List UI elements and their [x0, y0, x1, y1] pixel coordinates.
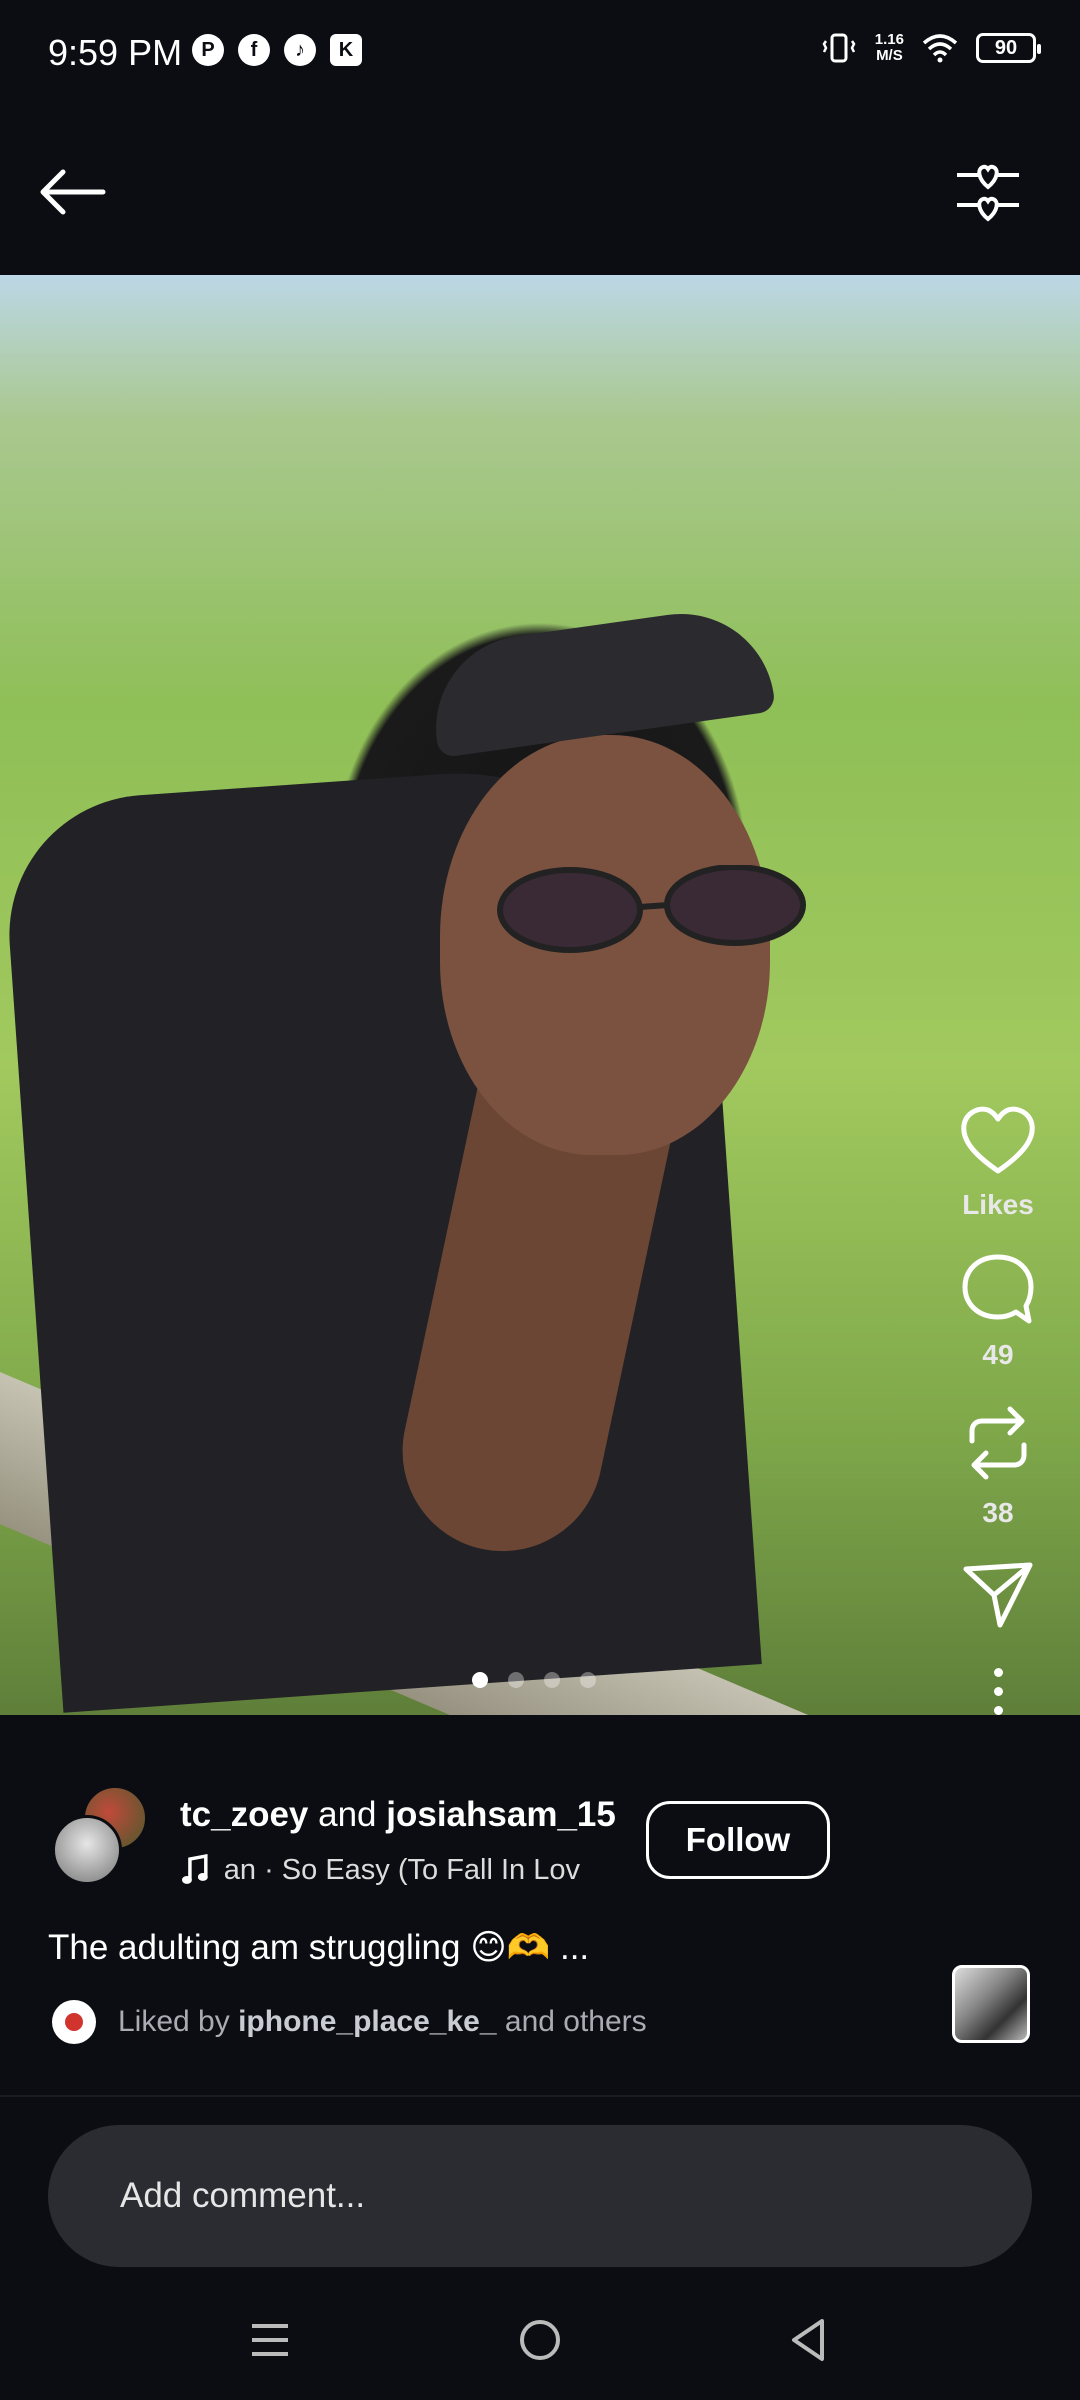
more-dot — [993, 1686, 1003, 1696]
liker-name[interactable]: iphone_place_ke_ — [238, 2005, 496, 2038]
author-name[interactable]: josiahsam_15 — [386, 1795, 616, 1834]
author-avatars[interactable] — [52, 1785, 152, 1885]
next-post-thumbnail[interactable] — [952, 1965, 1030, 2043]
recent-apps-button[interactable] — [230, 2310, 310, 2370]
system-back-button[interactable] — [768, 2310, 848, 2370]
like-button[interactable]: Likes — [958, 1105, 1038, 1221]
carousel-dot — [508, 1672, 524, 1688]
feed-filter-button[interactable] — [946, 150, 1030, 234]
share-button[interactable] — [960, 1559, 1036, 1631]
post-caption[interactable]: The adulting am struggling 😊🫶 ... — [48, 1927, 589, 1968]
music-track[interactable]: an · So Easy (To Fall In Lov — [180, 1853, 580, 1887]
carousel-dot-active — [472, 1672, 488, 1688]
music-note-icon — [181, 1854, 208, 1884]
arrow-left-icon — [40, 169, 106, 215]
repost-icon — [969, 1406, 1027, 1480]
action-rail: Likes 49 38 — [938, 1105, 1058, 1731]
status-indicators: 1.16 M/S 90 — [821, 30, 1041, 66]
triangle-back-icon — [792, 2319, 824, 2361]
more-dot — [993, 1667, 1003, 1677]
pinterest-icon: P — [192, 34, 224, 66]
menu-icon — [252, 2324, 288, 2356]
wifi-icon — [922, 34, 958, 63]
heart-filter-icon — [957, 164, 1019, 222]
reposts-count: 38 — [982, 1497, 1014, 1528]
comments-count: 49 — [982, 1339, 1014, 1370]
post-photo[interactable] — [0, 275, 1080, 1715]
carousel-dot — [580, 1672, 596, 1688]
comment-bubble-icon — [962, 1254, 1034, 1324]
carousel-dot — [544, 1672, 560, 1688]
music-track-label: an · So Easy (To Fall In Lov — [223, 1853, 580, 1886]
battery-indicator: 90 — [976, 33, 1041, 63]
comment-input[interactable]: Add comment... — [48, 2125, 1032, 2267]
repost-button[interactable]: 38 — [962, 1401, 1034, 1529]
photo-sunglasses — [497, 865, 806, 953]
carousel-indicator — [472, 1672, 596, 1688]
author-name[interactable]: tc_zoey — [180, 1795, 308, 1834]
facebook-icon: f — [238, 34, 270, 66]
top-app-bar — [0, 110, 1080, 275]
home-button[interactable] — [500, 2310, 580, 2370]
comment-button[interactable]: 49 — [959, 1251, 1037, 1371]
photo-headband — [423, 601, 777, 759]
circle-home-icon — [520, 2320, 560, 2360]
post-authors[interactable]: tc_zoey and josiahsam_15 — [180, 1795, 616, 1835]
likes-label: Likes — [962, 1189, 1034, 1220]
network-speed: 1.16 M/S — [874, 31, 904, 64]
authors-connector: and — [308, 1795, 387, 1834]
heart-icon — [961, 1106, 1035, 1174]
liked-by-text: Liked by iphone_place_ke_ and others — [118, 2005, 647, 2038]
vibrate-icon — [822, 33, 856, 63]
send-icon — [963, 1562, 1033, 1628]
more-dot — [993, 1705, 1003, 1715]
follow-button[interactable]: Follow — [646, 1801, 830, 1879]
tiktok-icon: ♪ — [284, 34, 316, 66]
liker-avatar — [52, 2000, 96, 2044]
status-app-icons: P f ♪ K — [192, 34, 362, 66]
liked-by-row[interactable]: Liked by iphone_place_ke_ and others — [52, 2000, 647, 2044]
status-time: 9:59 PM — [48, 32, 183, 73]
back-button[interactable] — [30, 150, 114, 234]
comment-bar: Add comment... — [0, 2095, 1080, 2280]
system-nav-bar — [0, 2280, 1080, 2400]
avatar — [52, 1815, 122, 1885]
post-info: tc_zoey and josiahsam_15 an · So Easy (T… — [0, 1715, 1080, 2095]
status-bar: 9:59 PM P f ♪ K 1.16 M/S 90 — [0, 0, 1080, 110]
shop-icon: K — [330, 34, 362, 66]
